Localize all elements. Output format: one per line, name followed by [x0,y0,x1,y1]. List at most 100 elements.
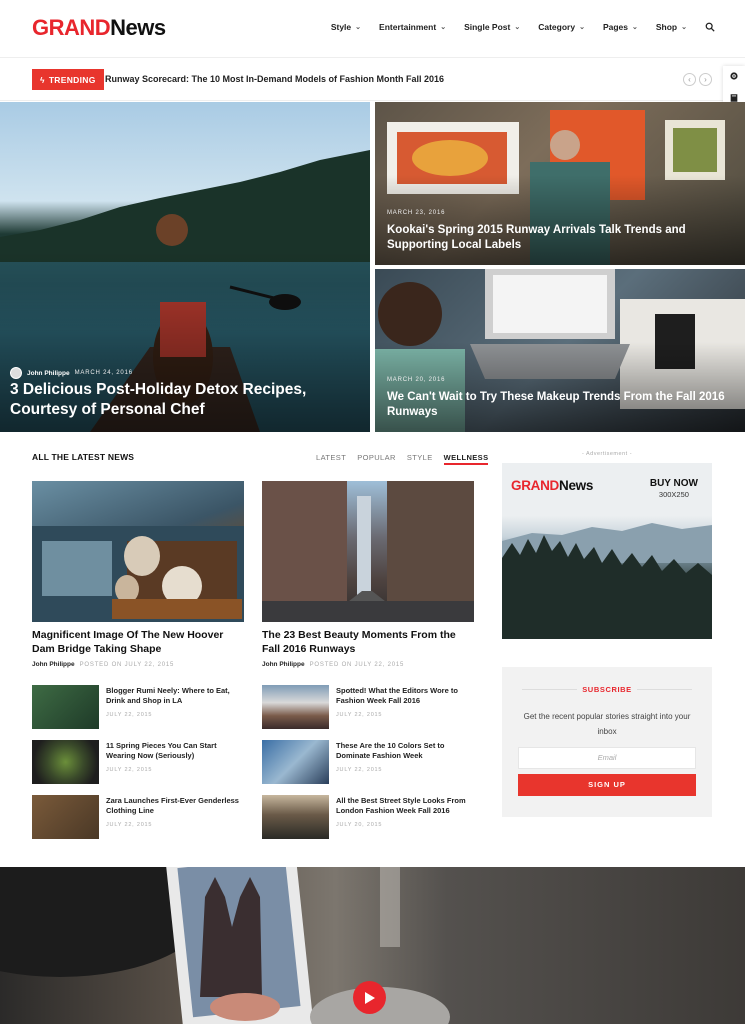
ad-size-label: 300X250 [658,490,689,499]
list-item[interactable]: These Are the 10 Colors Set to Dominate … [262,740,482,786]
trending-badge: ϟ TRENDING [32,69,104,90]
hero-main-article[interactable]: John Philippe MARCH 24, 2016 3 Delicious… [0,102,370,432]
subscribe-widget: SUBSCRIBE Get the recent popular stories… [502,667,712,817]
post-date: POSTED ON JULY 22, 2015 [79,662,175,668]
section-title: ALL THE LATEST NEWS [32,452,135,462]
site-header: GRANDNews Style ⌄ Entertainment ⌄ Single P… [0,0,745,58]
post-date: JULY 22, 2015 [106,712,153,718]
hero-side-article-1[interactable]: MARCH 23, 2016 Kookai's Spring 2015 Runw… [375,102,745,265]
author-name[interactable]: John Philippe [32,661,75,668]
featured-meta-2: John Philippe POSTED ON JULY 22, 2015 [262,661,404,668]
thumbnail [262,685,329,729]
tab-style[interactable]: STYLE [407,453,433,465]
post-date: JULY 20, 2015 [336,822,383,828]
advertisement-label: - Advertisement - [581,451,633,457]
trending-badge-label: TRENDING [48,74,96,85]
main-nav: Style ⌄ Entertainment ⌄ Single Post ⌄ Categ… [331,22,715,32]
list-item[interactable]: Zara Launches First-Ever Genderless Clot… [32,795,252,841]
featured-image-1[interactable] [32,481,244,622]
list-item-title[interactable]: Spotted! What the Editors Wore to Fashio… [336,686,476,706]
thumbnail [32,795,99,839]
ad-logo-grand: GRAND [511,478,559,493]
hero-side-title-2[interactable]: We Can't Wait to Try These Makeup Trends… [387,390,731,420]
tab-latest[interactable]: LATEST [316,453,346,465]
tab-popular[interactable]: POPULAR [357,453,396,465]
list-item-title[interactable]: These Are the 10 Colors Set to Dominate … [336,741,476,761]
nav-single-post[interactable]: Single Post ⌄ [464,22,520,32]
avatar [10,367,22,379]
nav-entertainment[interactable]: Entertainment ⌄ [379,22,446,32]
nav-pages[interactable]: Pages ⌄ [603,22,638,32]
chevron-down-icon: ⌄ [579,24,585,31]
tab-wellness[interactable]: WELLNESS [443,453,489,465]
nav-style[interactable]: Style ⌄ [331,22,361,32]
chevron-down-icon: ⌄ [440,24,447,31]
featured-title-2[interactable]: The 23 Best Beauty Moments From the Fall… [262,628,474,656]
nav-label: Entertainment [379,22,437,32]
trending-arrows: ‹ › [683,73,712,86]
nav-shop[interactable]: Shop ⌄ [656,22,687,32]
play-icon [365,991,375,1004]
hero-side-title-1[interactable]: Kookai's Spring 2015 Runway Arrivals Tal… [387,223,731,253]
chevron-down-icon: ⌄ [514,24,521,31]
sign-up-button[interactable]: SIGN UP [518,774,696,796]
chevron-left-icon[interactable]: ‹ [683,73,696,86]
advertisement-banner[interactable]: GRANDNews BUY NOW 300X250 [502,463,712,639]
nav-label: Style [330,22,352,32]
thumbnail [262,740,329,784]
play-button[interactable] [353,981,386,1014]
featured-image-2[interactable] [262,481,474,622]
logo-news: News [110,15,166,40]
logo-grand: GRAND [32,15,111,40]
video-banner[interactable] [0,867,745,1024]
post-date: MARCH 23, 2016 [387,210,446,216]
ad-buy-now[interactable]: BUY NOW 300X250 [650,478,698,499]
email-field[interactable]: Email [518,747,696,769]
nav-label: Category [538,22,576,32]
featured-title-1[interactable]: Magnificent Image Of The New Hoover Dam … [32,628,244,656]
thumbnail [32,740,99,784]
filter-tabs: LATEST POPULAR STYLE WELLNESS [316,453,489,465]
hero-side-article-2[interactable]: MARCH 20, 2016 We Can't Wait to Try Thes… [375,269,745,432]
trending-headline[interactable]: Runway Scorecard: The 10 Most In-Demand … [105,74,444,84]
site-logo[interactable]: GRANDNews [32,15,166,41]
thumbnail [32,685,99,729]
list-item-title[interactable]: Zara Launches First-Ever Genderless Clot… [106,796,246,816]
post-date: JULY 22, 2015 [106,767,153,773]
list-item[interactable]: Blogger Rumi Neely: Where to Eat, Drink … [32,685,252,731]
ad-logo-news: News [559,478,594,493]
post-date: JULY 22, 2015 [336,767,383,773]
featured-meta-1: John Philippe POSTED ON JULY 22, 2015 [32,661,174,668]
trending-bar: ϟ TRENDING Runway Scorecard: The 10 Most… [0,59,745,101]
author-name[interactable]: John Philippe [262,661,305,668]
chevron-down-icon: ⌄ [355,24,362,31]
chevron-down-icon: ⌄ [681,24,687,31]
list-item-title[interactable]: All the Best Street Style Looks From Lon… [336,796,476,816]
nav-category[interactable]: Category ⌄ [538,22,585,32]
list-item[interactable]: Spotted! What the Editors Wore to Fashio… [262,685,482,731]
lightning-icon: ϟ [40,74,45,85]
subscribe-title: SUBSCRIBE [582,685,632,694]
gear-icon[interactable] [729,68,739,86]
post-date: POSTED ON JULY 22, 2015 [309,662,405,668]
thumbnail [262,795,329,839]
nav-label: Shop [655,22,678,32]
ad-buy-label: BUY NOW [649,478,698,489]
post-date: MARCH 20, 2016 [387,377,446,383]
hero-main-title[interactable]: 3 Delicious Post-Holiday Detox Recipes, … [10,380,356,420]
city-street-image [262,481,474,622]
nav-label: Single Post [464,22,511,32]
author-name[interactable]: John Philippe [27,370,70,377]
ad-logo: GRANDNews [511,478,593,493]
dogs-in-car-image [32,526,244,622]
post-date: MARCH 24, 2016 [74,370,133,376]
list-item[interactable]: All the Best Street Style Looks From Lon… [262,795,482,841]
post-date: JULY 22, 2015 [336,712,383,718]
hero-side-meta-2: MARCH 20, 2016 [387,377,445,383]
hero-main-meta: John Philippe MARCH 24, 2016 [10,367,133,379]
chevron-right-icon[interactable]: › [699,73,712,86]
search-icon[interactable] [705,22,715,32]
list-item-title[interactable]: 11 Spring Pieces You Can Start Wearing N… [106,741,246,761]
list-item-title[interactable]: Blogger Rumi Neely: Where to Eat, Drink … [106,686,246,706]
list-item[interactable]: 11 Spring Pieces You Can Start Wearing N… [32,740,252,786]
